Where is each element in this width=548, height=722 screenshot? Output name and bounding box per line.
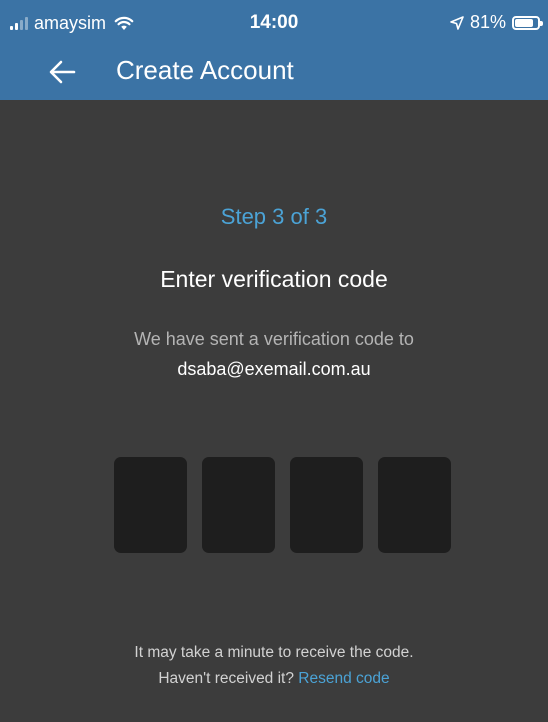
battery-percent: 81% — [469, 12, 506, 32]
footer-note: It may take a minute to receive the code… — [0, 640, 548, 692]
back-button[interactable] — [44, 54, 80, 90]
verification-heading: Enter verification code — [160, 266, 388, 292]
battery-fill — [515, 18, 533, 27]
code-digit-1[interactable] — [114, 457, 187, 553]
step-indicator: Step 3 of 3 — [220, 204, 328, 229]
create-account-screen: amaysim 14:00 81% Create Account Step 3 … — [0, 0, 548, 722]
arrow-left-icon — [49, 60, 76, 84]
battery-icon — [512, 15, 543, 30]
status-right: 81% — [450, 12, 543, 33]
sent-text: We have sent a verification code to — [134, 329, 414, 349]
code-input-group — [114, 457, 451, 553]
location-arrow-icon — [450, 15, 464, 30]
verification-description: We have sent a verification code to dsab… — [0, 324, 548, 384]
status-bar: amaysim 14:00 81% — [0, 0, 548, 44]
wait-note: It may take a minute to receive the code… — [134, 644, 414, 661]
code-digit-3[interactable] — [290, 457, 363, 553]
code-digit-2[interactable] — [202, 457, 275, 553]
email-address: dsaba@exemail.com.au — [177, 359, 371, 379]
resend-line: Haven't received it? Resend code — [0, 666, 548, 692]
page-title: Create Account — [116, 55, 294, 85]
code-digit-4[interactable] — [378, 457, 451, 553]
app-bar: Create Account — [0, 44, 548, 100]
not-received-text: Haven't received it? — [158, 670, 294, 687]
resend-code-link[interactable]: Resend code — [298, 670, 389, 687]
